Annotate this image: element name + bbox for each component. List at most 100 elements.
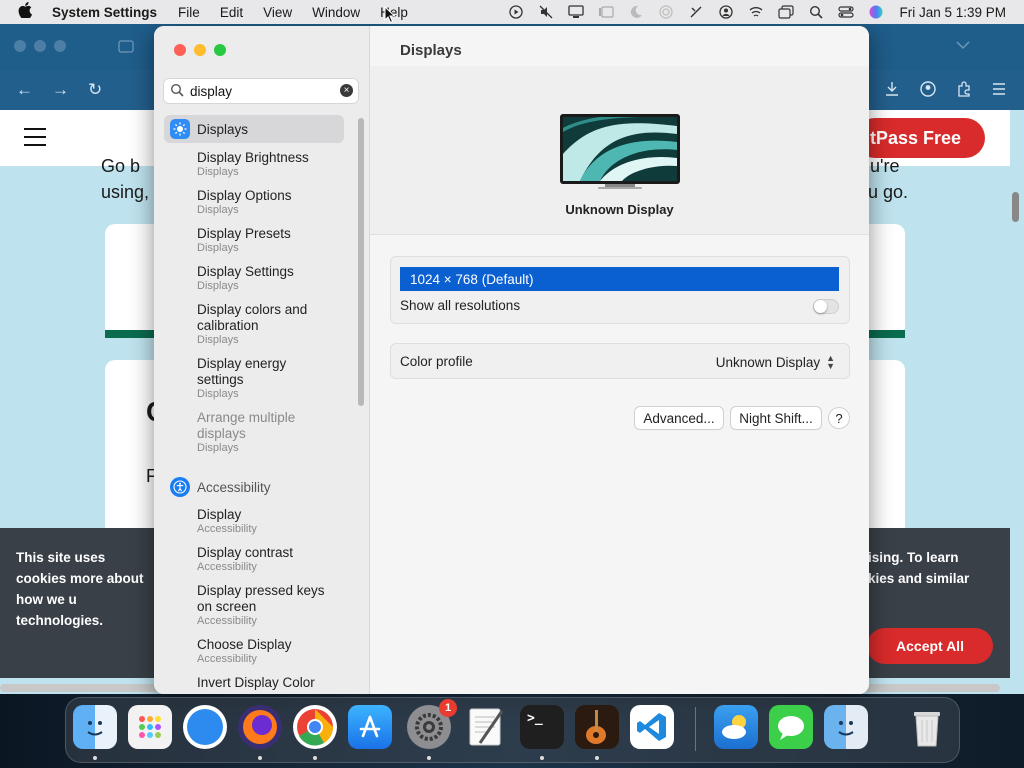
site-menu-hamburger-icon[interactable] [24, 128, 46, 146]
settings-search-field[interactable]: × [163, 78, 359, 104]
chrome-icon[interactable] [293, 705, 337, 749]
garageband-icon[interactable] [575, 705, 619, 749]
system-settings-icon[interactable]: 1 [407, 699, 457, 749]
airdrop-icon[interactable] [658, 5, 674, 19]
account-icon[interactable] [920, 81, 936, 102]
menu-file[interactable]: File [178, 5, 200, 20]
close-window-button[interactable] [174, 44, 186, 56]
resolution-panel: 1024 × 768 (Default) Show all resolution… [390, 256, 850, 324]
app-store-icon[interactable] [348, 705, 392, 749]
mute-icon[interactable] [538, 5, 554, 19]
search-result-choose-display[interactable]: Choose Display Accessibility [197, 637, 347, 666]
terminal-running-dot [540, 756, 544, 760]
color-profile-popup[interactable]: Unknown Display ▲ ▼ [716, 354, 835, 371]
extensions-icon[interactable] [956, 81, 972, 102]
bg-text-line1-right: u're [870, 156, 900, 176]
clear-search-icon[interactable]: × [340, 84, 353, 97]
page-title: Displays [400, 42, 462, 59]
display-preview-area: Unknown Display [370, 66, 869, 235]
displays-sun-icon [170, 119, 190, 139]
status-area: Fri Jan 5 1:39 PM [501, 0, 1024, 24]
sidebar-item-accessibility[interactable]: Accessibility [164, 473, 344, 501]
focus-moon-icon[interactable] [628, 5, 644, 19]
launchpad-icon[interactable] [128, 705, 172, 749]
garageband-running-dot [595, 756, 599, 760]
play-icon[interactable] [508, 5, 524, 19]
search-result-display-colors-calibration[interactable]: Display colors and calibration Displays [197, 302, 327, 347]
search-input[interactable] [190, 82, 330, 100]
search-result-accessibility-display[interactable]: Display Accessibility [197, 507, 347, 536]
resolution-option-selected[interactable]: 1024 × 768 (Default) [400, 267, 839, 291]
stage-manager-icon[interactable] [598, 5, 615, 19]
wifi-icon[interactable] [748, 5, 764, 19]
search-result-display-presets[interactable]: Display Presets Displays [197, 226, 347, 255]
finder-icon[interactable] [73, 705, 117, 749]
monitor-icon[interactable] [560, 114, 680, 190]
tab-overview-icon[interactable] [118, 38, 134, 59]
search-result-display-options[interactable]: Display Options Displays [197, 188, 347, 217]
displays-pane: Unknown Display Displays 1024 × 768 (Def… [370, 26, 869, 694]
search-result-display-contrast[interactable]: Display contrast Accessibility [197, 545, 347, 574]
browser-menu-icon[interactable] [992, 81, 1006, 102]
search-result-display-energy-settings[interactable]: Display energy settings Displays [197, 356, 307, 401]
trash-icon[interactable] [905, 705, 949, 749]
sidebar-item-label: Displays [197, 121, 249, 137]
textedit-icon[interactable] [464, 705, 508, 749]
menu-view[interactable]: View [263, 5, 292, 20]
browser-scrollbar[interactable] [1012, 166, 1020, 696]
forward-arrow-icon[interactable]: → [52, 80, 69, 100]
sidebar-scrollbar[interactable] [358, 118, 364, 406]
firefox-icon[interactable] [238, 705, 282, 749]
app-menu-system-settings[interactable]: System Settings [52, 5, 157, 20]
advanced-button[interactable]: Advanced... [635, 407, 723, 429]
help-button[interactable]: ? [829, 408, 849, 428]
safari-icon[interactable] [183, 705, 227, 749]
menu-window[interactable]: Window [312, 5, 360, 20]
search-result-display-pressed-keys[interactable]: Display pressed keys on screen Accessibi… [197, 583, 337, 628]
search-result-arrange-multiple-displays[interactable]: Arrange multiple displays Displays [197, 410, 317, 455]
accept-all-cookies-button[interactable]: Accept All [867, 628, 993, 664]
messages-icon[interactable] [769, 705, 813, 749]
bg-text-line2-right: u go. [868, 182, 909, 202]
siri-icon[interactable] [868, 5, 884, 19]
browser-zoom-dot[interactable] [54, 40, 66, 52]
firefox-running-dot [258, 756, 262, 760]
minimize-window-button[interactable] [194, 44, 206, 56]
vscode-icon[interactable] [630, 705, 674, 749]
tab-list-chevron-icon[interactable] [955, 38, 971, 56]
color-profile-panel: Color profile Unknown Display ▲ ▼ [390, 343, 850, 379]
control-center-icon[interactable] [838, 5, 855, 19]
weather-icon[interactable] [714, 705, 758, 749]
menu-bar-clock[interactable]: Fri Jan 5 1:39 PM [899, 5, 1006, 20]
bg-text-line2-left: using, [101, 182, 150, 202]
search-result-display-brightness[interactable]: Display Brightness Displays [197, 150, 347, 179]
notification-badge: 1 [439, 699, 457, 717]
apple-menu-icon[interactable] [18, 2, 36, 22]
menu-edit[interactable]: Edit [220, 5, 243, 20]
show-all-resolutions-toggle[interactable] [813, 299, 839, 314]
windows-icon[interactable] [778, 5, 795, 19]
browser-close-dot[interactable] [14, 40, 26, 52]
system-settings-running-dot [427, 756, 431, 760]
download-icon[interactable] [884, 81, 900, 102]
search-result-invert-display-color[interactable]: Invert Display Color [197, 675, 347, 691]
night-shift-button[interactable]: Night Shift... [731, 407, 821, 429]
free-trial-button[interactable]: tPass Free [855, 118, 985, 158]
dock: 1 >_ [65, 697, 960, 763]
search-result-display-settings[interactable]: Display Settings Displays [197, 264, 347, 293]
back-arrow-icon[interactable]: ← [16, 80, 33, 100]
accessibility-icon [170, 477, 190, 497]
display-icon[interactable] [568, 5, 585, 19]
reload-icon[interactable]: ↻ [88, 80, 102, 100]
mouse-cursor-icon [384, 6, 396, 24]
spotlight-search-icon[interactable] [808, 5, 824, 19]
tools-icon[interactable] [688, 5, 704, 19]
zoom-window-button[interactable] [214, 44, 226, 56]
terminal-icon[interactable]: >_ [520, 705, 564, 749]
user-icon[interactable] [718, 5, 734, 19]
browser-minimize-dot[interactable] [34, 40, 46, 52]
sidebar-item-displays[interactable]: Displays [164, 115, 344, 143]
show-all-resolutions-label: Show all resolutions [400, 298, 521, 313]
finder-window-icon[interactable] [824, 705, 868, 749]
display-name-label: Unknown Display [565, 202, 674, 217]
